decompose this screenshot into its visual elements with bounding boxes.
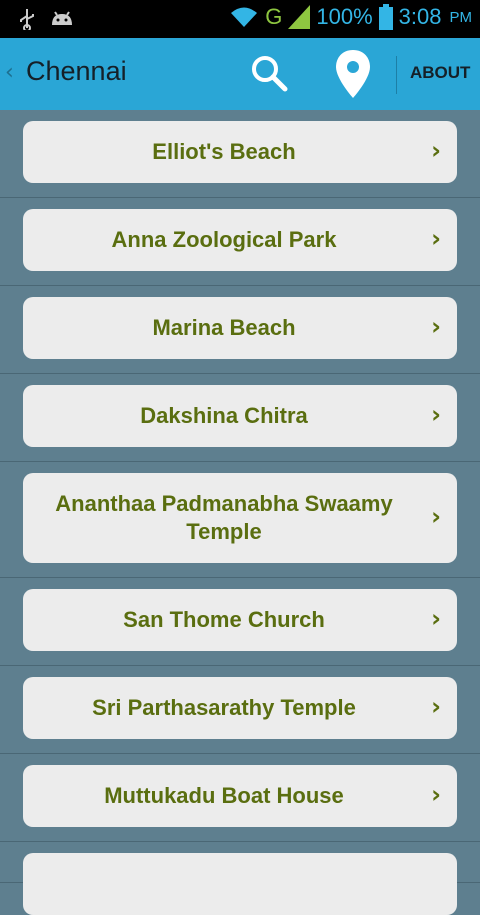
list-item: Elliot's Beach ›: [0, 110, 480, 198]
search-button[interactable]: [248, 52, 292, 96]
list-item: Ananthaa Padmanabha Swaamy Temple ›: [0, 462, 480, 578]
chevron-right-icon: ›: [431, 136, 441, 165]
chevron-right-icon: ›: [431, 224, 441, 253]
usb-icon: [20, 9, 34, 30]
place-card[interactable]: San Thome Church ›: [23, 589, 457, 651]
place-name: Elliot's Beach: [152, 139, 296, 164]
map-button[interactable]: [333, 48, 373, 102]
page-title[interactable]: Chennai: [26, 56, 127, 87]
place-card[interactable]: Muttukadu Boat House ›: [23, 765, 457, 827]
wifi-icon: [231, 7, 258, 27]
list-item: San Thome Church ›: [0, 578, 480, 666]
clock-ampm: PM: [449, 8, 473, 26]
place-name: Dakshina Chitra: [140, 403, 308, 428]
place-name: Muttukadu Boat House: [104, 783, 344, 808]
list-item: Anna Zoological Park ›: [0, 198, 480, 286]
battery-percent: 100%: [316, 4, 373, 29]
back-icon[interactable]: ‹: [5, 60, 14, 85]
about-button[interactable]: ABOUT: [410, 63, 470, 83]
chevron-right-icon: ›: [431, 400, 441, 429]
chevron-right-icon: ›: [431, 692, 441, 721]
place-card[interactable]: Ananthaa Padmanabha Swaamy Temple ›: [23, 473, 457, 563]
network-type: G: [265, 4, 283, 29]
place-name: Ananthaa Padmanabha Swaamy Temple: [55, 491, 393, 544]
list-item: Muttukadu Boat House ›: [0, 754, 480, 842]
places-list: Elliot's Beach › Anna Zoological Park › Mari…: [0, 110, 480, 915]
android-icon: [52, 11, 72, 25]
chevron-right-icon: ›: [431, 312, 441, 341]
status-bar: G 100% 3:08 PM: [0, 0, 480, 38]
place-card[interactable]: Anna Zoological Park ›: [23, 209, 457, 271]
list-item: Dakshina Chitra ›: [0, 374, 480, 462]
notification-icons: [18, 8, 74, 30]
place-card[interactable]: Marina Beach ›: [23, 297, 457, 359]
chevron-right-icon: ›: [431, 604, 441, 633]
place-card-partial[interactable]: [23, 853, 457, 915]
list-item: Marina Beach ›: [0, 286, 480, 374]
chevron-right-icon: ›: [431, 780, 441, 809]
place-name: San Thome Church: [123, 607, 325, 632]
status-right: G 100% 3:08 PM: [229, 4, 472, 30]
app-bar: ‹ Chennai ABOUT: [0, 38, 480, 110]
place-card[interactable]: Dakshina Chitra ›: [23, 385, 457, 447]
clock: 3:08: [398, 4, 442, 29]
list-item: Sri Parthasarathy Temple ›: [0, 666, 480, 754]
chevron-right-icon: ›: [431, 502, 441, 531]
place-card[interactable]: Sri Parthasarathy Temple ›: [23, 677, 457, 739]
search-icon: [252, 56, 288, 92]
place-name: Anna Zoological Park: [111, 227, 337, 252]
place-name: Sri Parthasarathy Temple: [92, 695, 356, 720]
battery-icon: [378, 4, 393, 30]
place-name: Marina Beach: [152, 315, 296, 340]
list-item-partial: [0, 842, 480, 915]
appbar-divider: [396, 56, 397, 94]
map-pin-icon: [336, 50, 370, 98]
place-card[interactable]: Elliot's Beach ›: [23, 121, 457, 183]
signal-icon: [288, 5, 311, 29]
